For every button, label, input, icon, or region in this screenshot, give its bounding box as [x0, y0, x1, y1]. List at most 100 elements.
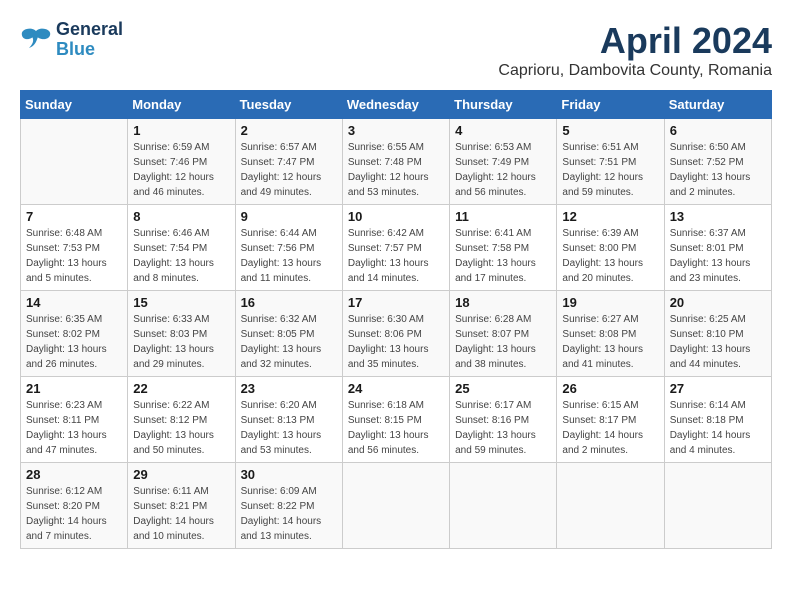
calendar-cell [450, 463, 557, 549]
calendar-cell: 22 Sunrise: 6:22 AMSunset: 8:12 PMDayligh… [128, 377, 235, 463]
day-info: Sunrise: 6:50 AMSunset: 7:52 PMDaylight:… [670, 140, 766, 200]
day-info: Sunrise: 6:11 AMSunset: 8:21 PMDaylight:… [133, 484, 229, 544]
weekday-header: Sunday [21, 91, 128, 119]
day-info: Sunrise: 6:55 AMSunset: 7:48 PMDaylight:… [348, 140, 444, 200]
day-number: 27 [670, 381, 766, 396]
day-number: 19 [562, 295, 658, 310]
weekday-header: Friday [557, 91, 664, 119]
calendar-cell: 12 Sunrise: 6:39 AMSunset: 8:00 PMDayligh… [557, 205, 664, 291]
calendar-cell: 14 Sunrise: 6:35 AMSunset: 8:02 PMDayligh… [21, 291, 128, 377]
calendar-week-row: 7Sunrise: 6:48 AMSunset: 7:53 PMDaylight… [21, 205, 772, 291]
day-number: 6 [670, 123, 766, 138]
day-number: 12 [562, 209, 658, 224]
calendar-cell: 17 Sunrise: 6:30 AMSunset: 8:06 PMDayligh… [342, 291, 449, 377]
weekday-header-row: SundayMondayTuesdayWednesdayThursdayFrid… [21, 91, 772, 119]
calendar-cell [664, 463, 771, 549]
day-info: Sunrise: 6:12 AMSunset: 8:20 PMDaylight:… [26, 484, 122, 544]
day-number: 18 [455, 295, 551, 310]
day-info: Sunrise: 6:14 AMSunset: 8:18 PMDaylight:… [670, 398, 766, 458]
weekday-header: Monday [128, 91, 235, 119]
calendar-cell [21, 119, 128, 205]
calendar-cell: 19 Sunrise: 6:27 AMSunset: 8:08 PMDayligh… [557, 291, 664, 377]
calendar-cell: 16Sunrise: 6:32 AMSunset: 8:05 PMDayligh… [235, 291, 342, 377]
calendar-week-row: 21Sunrise: 6:23 AMSunset: 8:11 PMDayligh… [21, 377, 772, 463]
day-number: 1 [133, 123, 229, 138]
day-info: Sunrise: 6:25 AMSunset: 8:10 PMDaylight:… [670, 312, 766, 372]
calendar-week-row: 28 Sunrise: 6:12 AMSunset: 8:20 PMDayligh… [21, 463, 772, 549]
day-number: 25 [455, 381, 551, 396]
weekday-header: Saturday [664, 91, 771, 119]
day-number: 14 [26, 295, 122, 310]
weekday-header: Wednesday [342, 91, 449, 119]
day-info: Sunrise: 6:46 AMSunset: 7:54 PMDaylight:… [133, 226, 229, 286]
day-number: 22 [133, 381, 229, 396]
calendar-cell: 7Sunrise: 6:48 AMSunset: 7:53 PMDaylight… [21, 205, 128, 291]
day-info: Sunrise: 6:28 AMSunset: 8:07 PMDaylight:… [455, 312, 551, 372]
calendar-cell [342, 463, 449, 549]
calendar-cell: 25 Sunrise: 6:17 AMSunset: 8:16 PMDayligh… [450, 377, 557, 463]
calendar-cell: 8 Sunrise: 6:46 AMSunset: 7:54 PMDaylight… [128, 205, 235, 291]
day-info: Sunrise: 6:09 AMSunset: 8:22 PMDaylight:… [241, 484, 337, 544]
day-info: Sunrise: 6:57 AMSunset: 7:47 PMDaylight:… [241, 140, 337, 200]
day-info: Sunrise: 6:20 AMSunset: 8:13 PMDaylight:… [241, 398, 337, 458]
day-number: 13 [670, 209, 766, 224]
day-number: 5 [562, 123, 658, 138]
day-info: Sunrise: 6:17 AMSunset: 8:16 PMDaylight:… [455, 398, 551, 458]
page-header: General Blue April 2024 Caprioru, Dambov… [20, 20, 772, 80]
weekday-header: Tuesday [235, 91, 342, 119]
day-info: Sunrise: 6:41 AMSunset: 7:58 PMDaylight:… [455, 226, 551, 286]
calendar-cell: 15Sunrise: 6:33 AMSunset: 8:03 PMDayligh… [128, 291, 235, 377]
day-info: Sunrise: 6:18 AMSunset: 8:15 PMDaylight:… [348, 398, 444, 458]
calendar-week-row: 14 Sunrise: 6:35 AMSunset: 8:02 PMDayligh… [21, 291, 772, 377]
day-number: 17 [348, 295, 444, 310]
day-number: 20 [670, 295, 766, 310]
day-number: 8 [133, 209, 229, 224]
day-number: 29 [133, 467, 229, 482]
day-info: Sunrise: 6:35 AMSunset: 8:02 PMDaylight:… [26, 312, 122, 372]
day-info: Sunrise: 6:22 AMSunset: 8:12 PMDaylight:… [133, 398, 229, 458]
calendar-cell: 6 Sunrise: 6:50 AMSunset: 7:52 PMDaylight… [664, 119, 771, 205]
day-number: 3 [348, 123, 444, 138]
logo-icon [20, 26, 52, 54]
day-info: Sunrise: 6:51 AMSunset: 7:51 PMDaylight:… [562, 140, 658, 200]
calendar-cell: 23 Sunrise: 6:20 AMSunset: 8:13 PMDayligh… [235, 377, 342, 463]
day-info: Sunrise: 6:32 AMSunset: 8:05 PMDaylight:… [241, 312, 337, 372]
calendar-cell: 30 Sunrise: 6:09 AMSunset: 8:22 PMDayligh… [235, 463, 342, 549]
calendar-cell: 9Sunrise: 6:44 AMSunset: 7:56 PMDaylight… [235, 205, 342, 291]
day-number: 21 [26, 381, 122, 396]
day-number: 23 [241, 381, 337, 396]
day-number: 2 [241, 123, 337, 138]
calendar-cell: 20 Sunrise: 6:25 AMSunset: 8:10 PMDayligh… [664, 291, 771, 377]
logo: General Blue [20, 20, 123, 60]
day-info: Sunrise: 6:30 AMSunset: 8:06 PMDaylight:… [348, 312, 444, 372]
day-info: Sunrise: 6:15 AMSunset: 8:17 PMDaylight:… [562, 398, 658, 458]
day-info: Sunrise: 6:59 AMSunset: 7:46 PMDaylight:… [133, 140, 229, 200]
calendar-cell: 27 Sunrise: 6:14 AMSunset: 8:18 PMDayligh… [664, 377, 771, 463]
calendar-cell: 29 Sunrise: 6:11 AMSunset: 8:21 PMDayligh… [128, 463, 235, 549]
calendar-cell: 5 Sunrise: 6:51 AMSunset: 7:51 PMDaylight… [557, 119, 664, 205]
calendar-cell: 18 Sunrise: 6:28 AMSunset: 8:07 PMDayligh… [450, 291, 557, 377]
day-number: 26 [562, 381, 658, 396]
calendar-cell: 3 Sunrise: 6:55 AMSunset: 7:48 PMDaylight… [342, 119, 449, 205]
day-info: Sunrise: 6:37 AMSunset: 8:01 PMDaylight:… [670, 226, 766, 286]
weekday-header: Thursday [450, 91, 557, 119]
calendar-cell: 28 Sunrise: 6:12 AMSunset: 8:20 PMDayligh… [21, 463, 128, 549]
calendar-cell: 21Sunrise: 6:23 AMSunset: 8:11 PMDayligh… [21, 377, 128, 463]
day-info: Sunrise: 6:27 AMSunset: 8:08 PMDaylight:… [562, 312, 658, 372]
day-number: 4 [455, 123, 551, 138]
day-info: Sunrise: 6:33 AMSunset: 8:03 PMDaylight:… [133, 312, 229, 372]
day-info: Sunrise: 6:39 AMSunset: 8:00 PMDaylight:… [562, 226, 658, 286]
calendar-cell: 24 Sunrise: 6:18 AMSunset: 8:15 PMDayligh… [342, 377, 449, 463]
day-info: Sunrise: 6:48 AMSunset: 7:53 PMDaylight:… [26, 226, 122, 286]
day-number: 24 [348, 381, 444, 396]
day-number: 11 [455, 209, 551, 224]
calendar-cell [557, 463, 664, 549]
calendar-cell: 13 Sunrise: 6:37 AMSunset: 8:01 PMDayligh… [664, 205, 771, 291]
day-number: 9 [241, 209, 337, 224]
calendar-cell: 10Sunrise: 6:42 AMSunset: 7:57 PMDayligh… [342, 205, 449, 291]
day-number: 30 [241, 467, 337, 482]
calendar-cell: 2 Sunrise: 6:57 AMSunset: 7:47 PMDaylight… [235, 119, 342, 205]
calendar-cell: 26 Sunrise: 6:15 AMSunset: 8:17 PMDayligh… [557, 377, 664, 463]
day-number: 28 [26, 467, 122, 482]
calendar-cell: 11 Sunrise: 6:41 AMSunset: 7:58 PMDayligh… [450, 205, 557, 291]
